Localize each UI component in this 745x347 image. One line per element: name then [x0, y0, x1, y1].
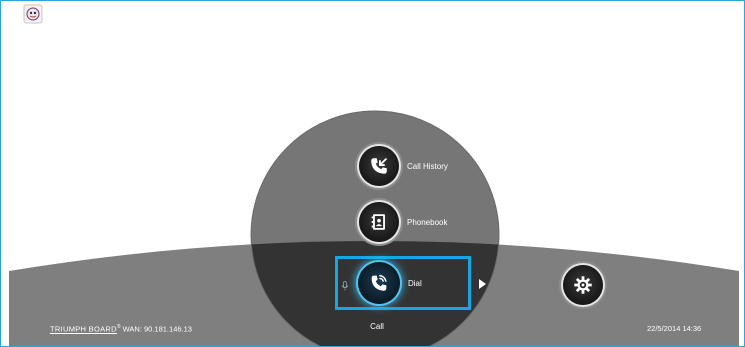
play-arrow-icon[interactable]: [479, 279, 486, 289]
phonebook-label: Phonebook: [407, 217, 448, 227]
call-history-label: Call History: [407, 161, 448, 171]
settings-button[interactable]: [563, 265, 603, 305]
brand-registered: ®: [116, 324, 121, 330]
wan-address: WAN: 90.181.146.13: [122, 324, 192, 334]
menu-item-phonebook[interactable]: Phonebook: [359, 202, 447, 242]
app-window: Call History Phonebook Dial Call TRIUMPH…: [0, 0, 745, 347]
tray-app-icon[interactable]: [23, 4, 43, 24]
brand-name: TRIUMPH BOARD: [50, 324, 117, 334]
dial-label: Dial: [408, 278, 422, 288]
footer-brand-info: TRIUMPH BOARD® WAN: 90.181.146.13: [50, 324, 192, 334]
menu-item-call-history[interactable]: Call History: [359, 146, 448, 186]
dial-icon: [358, 262, 400, 304]
menu-item-dial[interactable]: Dial: [358, 262, 422, 304]
gear-icon: [563, 265, 603, 305]
call-caption: Call: [370, 322, 384, 331]
datetime: 22/5/2014 14:36: [647, 324, 702, 333]
phonebook-icon: [359, 202, 399, 242]
microphone-icon[interactable]: [341, 281, 349, 291]
call-history-icon: [359, 146, 399, 186]
